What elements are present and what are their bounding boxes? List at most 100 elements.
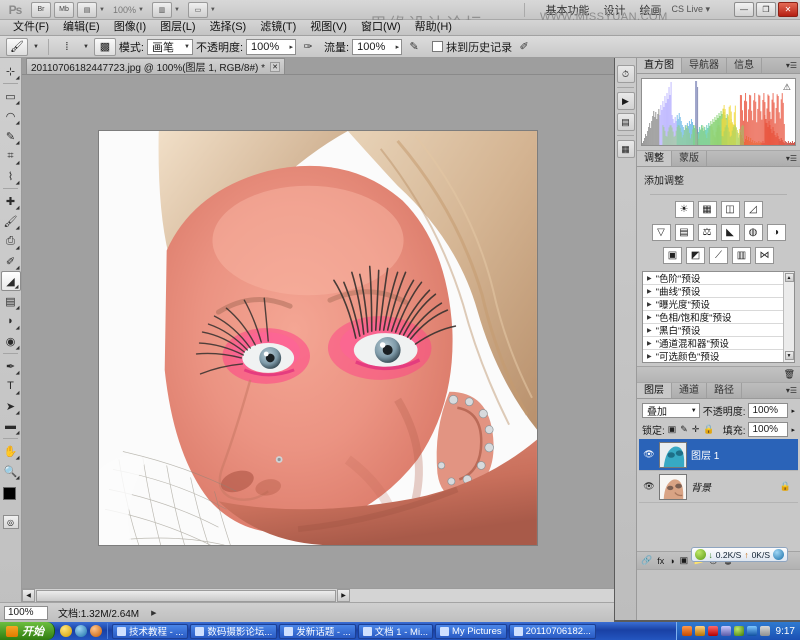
arrange-documents-button[interactable]: ▥ — [152, 2, 172, 18]
history-icon[interactable]: ⏱ — [617, 65, 635, 83]
expand-triangle-icon[interactable]: ▶ — [647, 340, 652, 347]
adjustment-special-3-icon[interactable]: ▥ — [732, 247, 751, 264]
tray-network-icon[interactable] — [734, 626, 744, 636]
histogram-tab-1[interactable]: 导航器 — [682, 58, 727, 73]
airbrush-icon[interactable]: ✎ — [405, 38, 423, 56]
adjustment-special-0-icon[interactable]: ▣ — [663, 247, 682, 264]
menu-item-5[interactable]: 滤镜(T) — [253, 20, 303, 35]
expand-triangle-icon[interactable]: ▶ — [647, 301, 652, 308]
lock-option-2-icon[interactable]: ✛ — [692, 424, 700, 435]
adjustment-color-2-icon[interactable]: ⚖ — [698, 224, 717, 241]
workspace-painting[interactable]: 绘画 — [639, 2, 661, 18]
layer-opacity-chevron-icon[interactable]: ▸ — [791, 407, 795, 415]
layers-footer-icon-1[interactable]: fx — [657, 556, 664, 566]
menu-item-1[interactable]: 编辑(E) — [56, 20, 107, 35]
foreground-color-swatch[interactable] — [3, 487, 16, 500]
adjustment-color-4-icon[interactable]: ◍ — [744, 224, 763, 241]
type-tool[interactable]: T◢ — [1, 376, 21, 396]
zoom-tool[interactable]: 🔍◢ — [1, 461, 21, 481]
actions-icon[interactable]: ▶ — [617, 92, 635, 110]
screen-mode-caret-icon[interactable]: ▼ — [210, 7, 216, 13]
brush-caret-icon[interactable]: ▼ — [81, 44, 91, 50]
opacity-input[interactable]: 100% ▸ — [246, 39, 296, 55]
adjustments-panel-menu-icon[interactable]: ▾☰ — [786, 154, 797, 163]
adjustment-basic-3-icon[interactable]: ◿ — [744, 201, 763, 218]
menu-item-3[interactable]: 图层(L) — [153, 20, 202, 35]
quicklaunch-icon-3[interactable] — [90, 625, 102, 637]
layer-name[interactable]: 图层 1 — [691, 447, 794, 462]
eyedropper-tool[interactable]: ⌇◢ — [1, 166, 21, 186]
quick-select-tool[interactable]: ✎◢ — [1, 126, 21, 146]
view-extras-button[interactable]: ▤ — [77, 2, 97, 18]
history-brush-tool[interactable]: ✐◢ — [1, 251, 21, 271]
taskbar-button-2[interactable]: 发新话题 - ... — [279, 624, 355, 639]
expand-triangle-icon[interactable]: ▶ — [647, 327, 652, 334]
adjustments-tab-1[interactable]: 蒙版 — [672, 151, 707, 166]
blur-tool[interactable]: ◗◢ — [1, 311, 21, 331]
styles-icon[interactable]: ▦ — [617, 140, 635, 158]
opacity-pressure-icon[interactable]: ✑ — [299, 38, 317, 56]
layers-tab-1[interactable]: 通道 — [672, 383, 707, 398]
preset-item-6[interactable]: ▶"可选颜色"预设 — [643, 350, 794, 363]
marquee-tool[interactable]: ▭◢ — [1, 86, 21, 106]
presets-scroll-up-icon[interactable]: ▲ — [785, 273, 794, 282]
lock-option-3-icon[interactable]: 🔒 — [703, 424, 714, 435]
lock-option-1-icon[interactable]: ✎ — [680, 424, 688, 435]
zoom-caret-icon[interactable]: ▼ — [138, 7, 144, 13]
tool-flyout-icon[interactable]: ◢ — [16, 430, 20, 436]
menu-item-7[interactable]: 窗口(W) — [354, 20, 408, 35]
crop-tool[interactable]: ⌗◢ — [1, 146, 21, 166]
tray-icon-2[interactable] — [695, 626, 705, 636]
menu-item-4[interactable]: 选择(S) — [203, 20, 254, 35]
presets-scrollbar[interactable]: ▲ ▼ — [783, 272, 794, 362]
adjustment-color-0-icon[interactable]: ▽ — [652, 224, 671, 241]
blend-mode-select[interactable]: 画笔 ▼ — [147, 39, 193, 55]
lasso-tool[interactable]: ◠◢ — [1, 106, 21, 126]
layer-visibility-icon[interactable]: 👁 — [643, 481, 655, 492]
healing-brush-tool[interactable]: ✚◢ — [1, 191, 21, 211]
tray-volume-icon[interactable] — [747, 626, 757, 636]
clone-stamp-tool[interactable]: ⎙◢ — [1, 231, 21, 251]
taskbar-clock[interactable]: 9:17 — [776, 626, 795, 637]
eraser-tool[interactable]: ◢◢ — [1, 271, 21, 291]
color-swatches[interactable] — [0, 485, 22, 511]
tool-flyout-icon[interactable]: ◢ — [16, 180, 20, 186]
layers-tab-2[interactable]: 路径 — [707, 383, 742, 398]
histogram-panel-menu-icon[interactable]: ▾☰ — [786, 61, 797, 70]
quicklaunch-icon-1[interactable] — [60, 625, 72, 637]
taskbar-button-4[interactable]: My Pictures — [435, 624, 507, 639]
adjustment-color-5-icon[interactable]: ◑ — [767, 224, 786, 241]
tool-flyout-icon[interactable]: ◢ — [15, 284, 19, 290]
workspace-design[interactable]: 设计 — [603, 2, 625, 18]
adjustment-basic-0-icon[interactable]: ☀ — [675, 201, 694, 218]
quicklaunch-ie-icon[interactable] — [75, 625, 87, 637]
current-tool-icon[interactable]: 🖌 — [6, 38, 28, 56]
histogram-plot[interactable]: ⚠ — [641, 78, 796, 146]
swatches-icon[interactable]: ▤ — [617, 113, 635, 131]
browser-icon[interactable] — [773, 549, 784, 560]
document-tab[interactable]: 20110706182447723.jpg @ 100%(图层 1, RGB/8… — [26, 58, 285, 74]
start-button[interactable]: 开始 — [0, 622, 55, 640]
layer-opacity-input[interactable]: 100% — [748, 403, 788, 418]
taskbar-button-1[interactable]: 数码摄影论坛... — [190, 624, 277, 639]
adjustments-tab-0[interactable]: 调整 — [637, 151, 672, 166]
quick-mask-toggle[interactable]: ◎ — [3, 515, 19, 529]
layer-row-1[interactable]: 👁 图层 1 — [639, 439, 798, 471]
layers-tab-0[interactable]: 图层 — [637, 383, 672, 398]
layers-footer-icon-2[interactable]: ◑ — [669, 556, 674, 566]
taskbar-button-3[interactable]: 文档 1 - Mi... — [358, 624, 433, 639]
lock-option-0-icon[interactable]: ▣ — [668, 424, 677, 435]
tool-preset-caret-icon[interactable]: ▼ — [31, 44, 41, 50]
tablet-pressure-icon[interactable]: ✐ — [515, 38, 533, 56]
arrange-caret-icon[interactable]: ▼ — [174, 7, 180, 13]
shape-tool[interactable]: ▬◢ — [1, 416, 21, 436]
canvas-area[interactable] — [22, 75, 614, 602]
adjustment-presets-list[interactable]: ▲ ▼ ▶"色阶"预设▶"曲线"预设▶"曝光度"预设▶"色相/饱和度"预设▶"黑… — [642, 271, 795, 363]
workspace-essentials[interactable]: 基本功能 — [545, 2, 589, 18]
cs-live-button[interactable]: CS Live ▾ — [671, 4, 710, 15]
tray-icon-4[interactable] — [721, 626, 731, 636]
dodge-tool[interactable]: ◉◢ — [1, 331, 21, 351]
histogram-tab-2[interactable]: 信息 — [727, 58, 762, 73]
adjustment-basic-2-icon[interactable]: ◫ — [721, 201, 740, 218]
adjustment-special-1-icon[interactable]: ◩ — [686, 247, 705, 264]
